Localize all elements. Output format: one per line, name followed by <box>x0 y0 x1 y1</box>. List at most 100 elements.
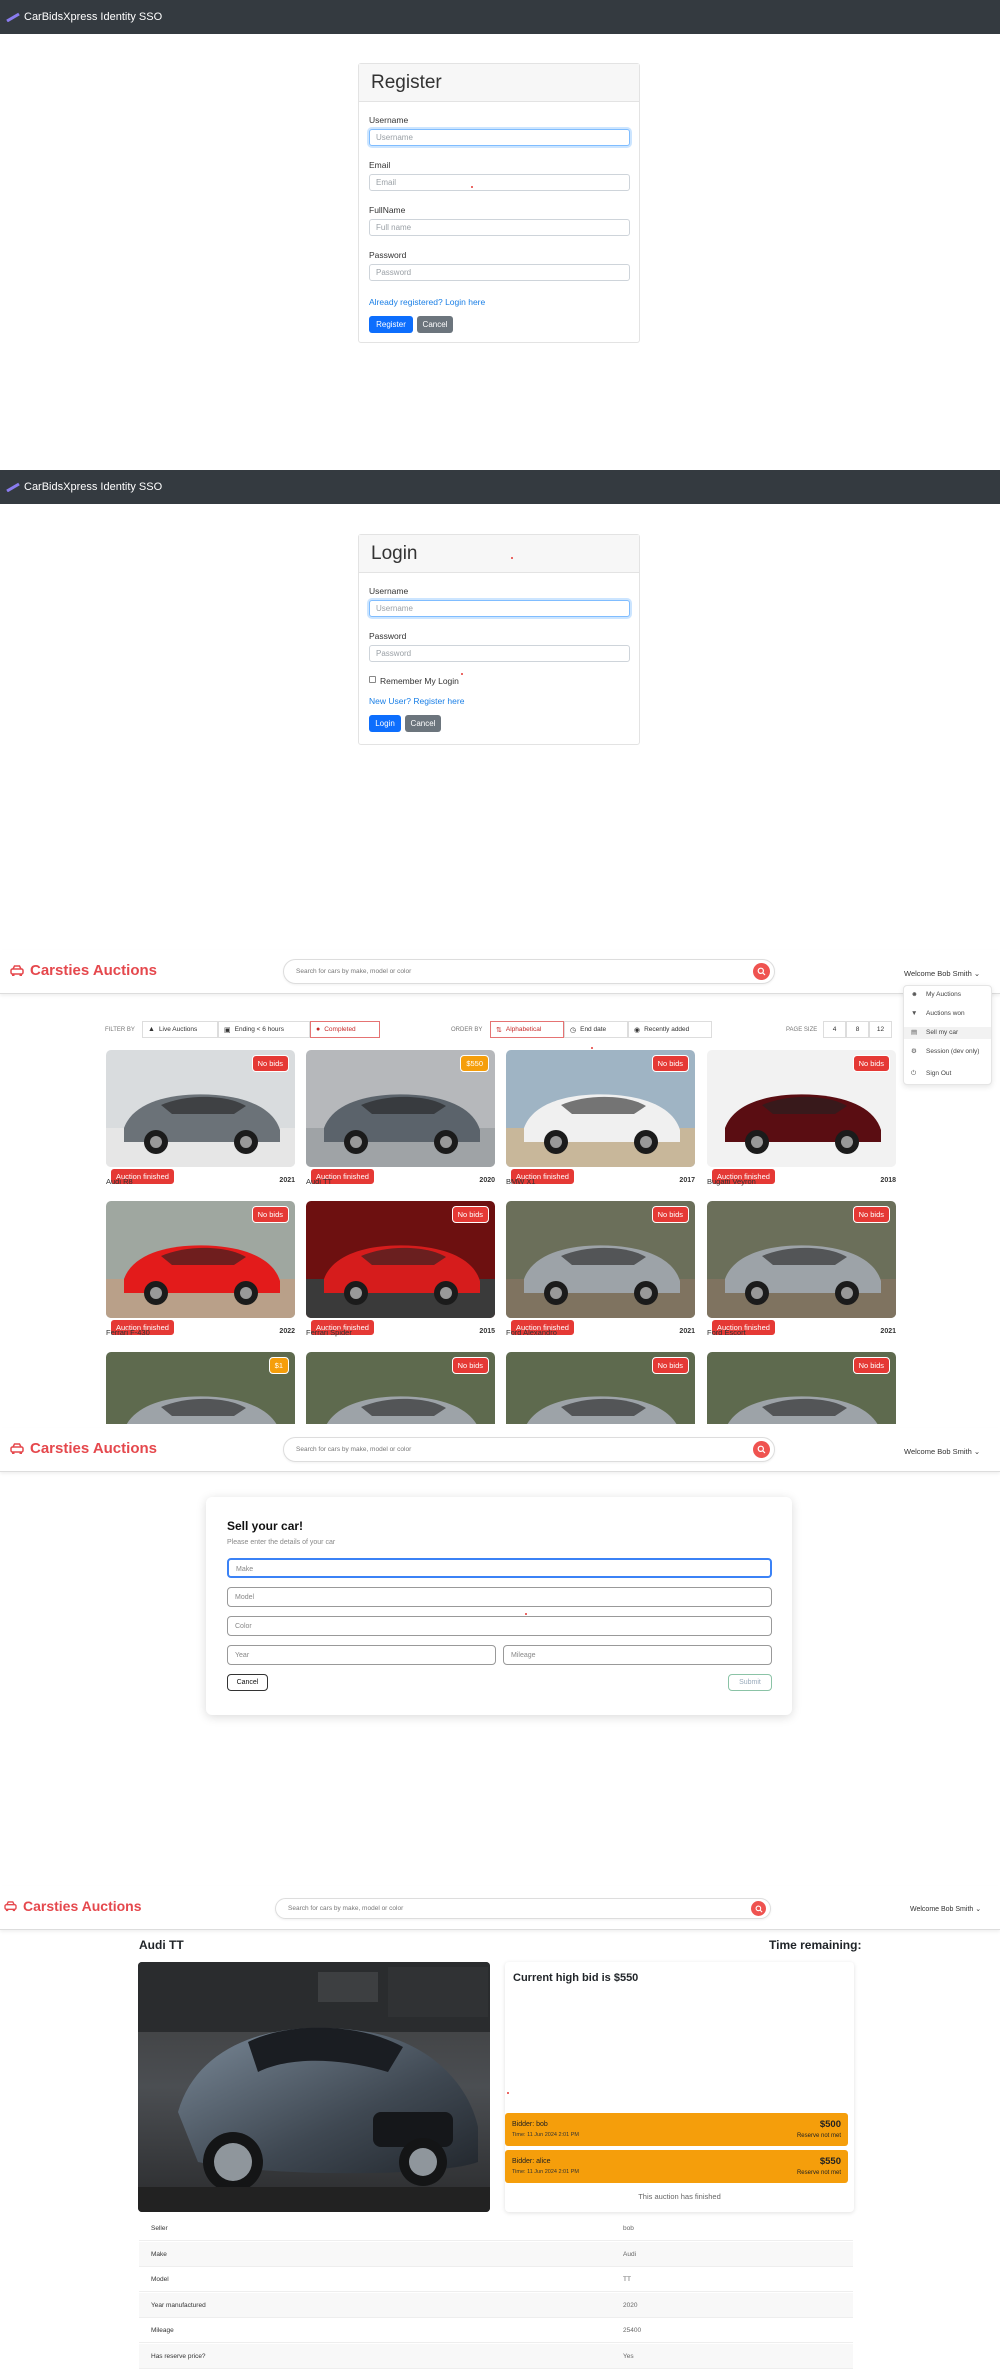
page-size-12[interactable]: 12 <box>869 1021 892 1038</box>
search-button[interactable] <box>753 1441 770 1458</box>
page-size-4[interactable]: 4 <box>823 1021 846 1038</box>
menu-session[interactable]: ⚙ Session (dev only) <box>904 1046 991 1058</box>
auction-card[interactable]: No bids Auction finished Ford Escort 2021 <box>707 1201 896 1341</box>
car-year: 2021 <box>880 1328 896 1335</box>
user-menu[interactable]: Welcome Bob Smith ⌄ <box>904 969 980 978</box>
search-icon <box>757 967 766 976</box>
car-year: 2021 <box>679 1328 695 1335</box>
app-brand[interactable]: Carsties Auctions <box>10 1440 157 1457</box>
menu-sell-my-car[interactable]: ▤ Sell my car <box>904 1027 991 1039</box>
spec-value: bob <box>623 2225 634 2232</box>
auction-card[interactable]: No bids Auction finished BMW X1 2017 <box>506 1050 695 1190</box>
auction-card[interactable]: No bids Auction finished Ford Alexandro 202… <box>506 1201 695 1341</box>
auction-card[interactable]: No bids <box>506 1352 695 1424</box>
app-header: Carsties Auctions Search for cars by mak… <box>0 1886 1000 1930</box>
auction-card[interactable]: No bids Auction finished Ferrari F-430 2022 <box>106 1201 295 1341</box>
chevron-down-icon: ⌄ <box>973 1447 981 1456</box>
year-input[interactable]: Year <box>227 1645 496 1665</box>
register-link[interactable]: New User? Register here <box>369 696 464 706</box>
register-button[interactable]: Register <box>369 316 413 333</box>
email-input[interactable]: Email <box>369 174 630 191</box>
cancel-button[interactable]: Cancel <box>417 316 453 333</box>
auction-card[interactable]: No bids Auction finished Audi R8 2021 <box>106 1050 295 1190</box>
search-input[interactable]: Search for cars by make, model or color <box>296 1446 411 1453</box>
car-name: Audi TT <box>306 1177 333 1186</box>
login-button[interactable]: Login <box>369 715 401 732</box>
trophy-icon: ▼ <box>911 1010 918 1017</box>
order-end-date[interactable]: ◷ End date <box>564 1021 628 1038</box>
menu-auctions-won[interactable]: ▼ Auctions won <box>904 1008 991 1020</box>
search-bar[interactable]: Search for cars by make, model or color <box>283 959 775 984</box>
remember-checkbox[interactable] <box>369 676 376 683</box>
make-input[interactable]: Make <box>227 1558 772 1578</box>
filter-ending-label: Ending < 6 hours <box>234 1026 284 1033</box>
hourglass-icon: ▣ <box>224 1026 231 1034</box>
username-label: Username <box>369 115 409 125</box>
search-input[interactable]: Search for cars by make, model or color <box>288 1905 403 1912</box>
cursor-dot <box>471 186 473 188</box>
auction-card[interactable]: No bids Auction finished Ferrari Spider 201… <box>306 1201 495 1341</box>
cancel-button[interactable]: Cancel <box>405 715 441 732</box>
auction-card[interactable]: No bids <box>306 1352 495 1424</box>
password-input[interactable]: Password <box>369 264 630 281</box>
app-header: Carsties Auctions Search for cars by mak… <box>0 950 1000 994</box>
model-input[interactable]: Model <box>227 1587 772 1607</box>
bid-bidder: Bidder: alice <box>512 2158 551 2165</box>
bid-status-badge: No bids <box>852 1357 890 1374</box>
mileage-input[interactable]: Mileage <box>503 1645 772 1665</box>
sell-title: Sell your car! <box>227 1519 304 1533</box>
menu-my-auctions[interactable]: ☻ My Auctions <box>904 989 991 1001</box>
filter-live-label: Live Auctions <box>158 1026 198 1033</box>
sso-brand[interactable]: CarBidsXpress Identity SSO <box>24 481 162 493</box>
spec-value: Audi <box>623 2250 637 2258</box>
login-link[interactable]: Already registered? Login here <box>369 297 485 307</box>
fullname-input[interactable]: Full name <box>369 219 630 236</box>
auction-card[interactable]: $1 <box>106 1352 295 1424</box>
car-picture <box>106 1352 295 1424</box>
spec-key: Has reserve price? <box>151 2352 206 2360</box>
filter-ending[interactable]: ▣ Ending < 6 hours <box>218 1021 310 1038</box>
flame-icon: ▲ <box>148 1026 155 1033</box>
gear-icon: ⚙ <box>911 1048 917 1055</box>
user-menu[interactable]: Welcome Bob Smith ⌄ <box>904 1447 980 1456</box>
submit-button[interactable]: Submit <box>728 1674 772 1691</box>
bid-item: Bidder: alice Time: 11 Jun 2024 2:01 PM … <box>505 2150 848 2183</box>
cancel-button[interactable]: Cancel <box>227 1674 268 1691</box>
menu-sell-my-car-label: Sell my car <box>926 1029 959 1036</box>
login-title: Login <box>359 535 639 573</box>
order-end-date-label: End date <box>580 1026 607 1033</box>
auction-card[interactable]: $550 Auction finished Audi TT 2020 <box>306 1050 495 1190</box>
app-brand[interactable]: Carsties Auctions <box>10 962 157 979</box>
car-photo <box>138 1962 490 2212</box>
order-alphabetical[interactable]: ⇅ Alphabetical <box>490 1021 564 1038</box>
app-brand[interactable]: Carsties Auctions <box>4 1898 142 1914</box>
sso-brand[interactable]: CarBidsXpress Identity SSO <box>24 11 162 23</box>
bid-status-badge: $1 <box>268 1357 289 1374</box>
username-input[interactable]: Username <box>369 600 630 617</box>
auction-card[interactable]: No bids Auction finished Bugatti Veyron 201… <box>707 1050 896 1190</box>
color-input[interactable]: Color <box>227 1616 772 1636</box>
search-input[interactable]: Search for cars by make, model or color <box>296 968 411 975</box>
password-input[interactable]: Password <box>369 645 630 662</box>
cursor-dot <box>507 2092 509 2094</box>
search-button[interactable] <box>751 1901 766 1916</box>
order-recently-added[interactable]: ◉ Recently added <box>628 1021 712 1038</box>
fullname-label: FullName <box>369 205 406 215</box>
bid-time: Time: 11 Jun 2024 2:01 PM <box>512 2169 579 2175</box>
user-menu-label: Welcome Bob Smith <box>904 969 972 978</box>
cursor-dot <box>511 557 513 559</box>
filter-live[interactable]: ▲ Live Auctions <box>142 1021 218 1038</box>
search-bar[interactable]: Search for cars by make, model or color <box>275 1898 771 1919</box>
username-input[interactable]: Username <box>369 129 630 146</box>
bid-status: Reserve not met <box>796 2170 841 2176</box>
search-bar[interactable]: Search for cars by make, model or color <box>283 1437 775 1462</box>
spec-row: Has reserve price? Yes <box>139 2343 853 2369</box>
car-name: BMW X1 <box>506 1177 536 1186</box>
user-menu[interactable]: Welcome Bob Smith ⌄ <box>910 1905 981 1913</box>
auction-card[interactable]: No bids <box>707 1352 896 1424</box>
search-button[interactable] <box>753 963 770 980</box>
page-size-8[interactable]: 8 <box>846 1021 869 1038</box>
menu-sign-out[interactable]: ⏻ Sign Out <box>904 1068 991 1080</box>
car-icon <box>4 1900 17 1911</box>
filter-completed[interactable]: ● Completed <box>310 1021 380 1038</box>
